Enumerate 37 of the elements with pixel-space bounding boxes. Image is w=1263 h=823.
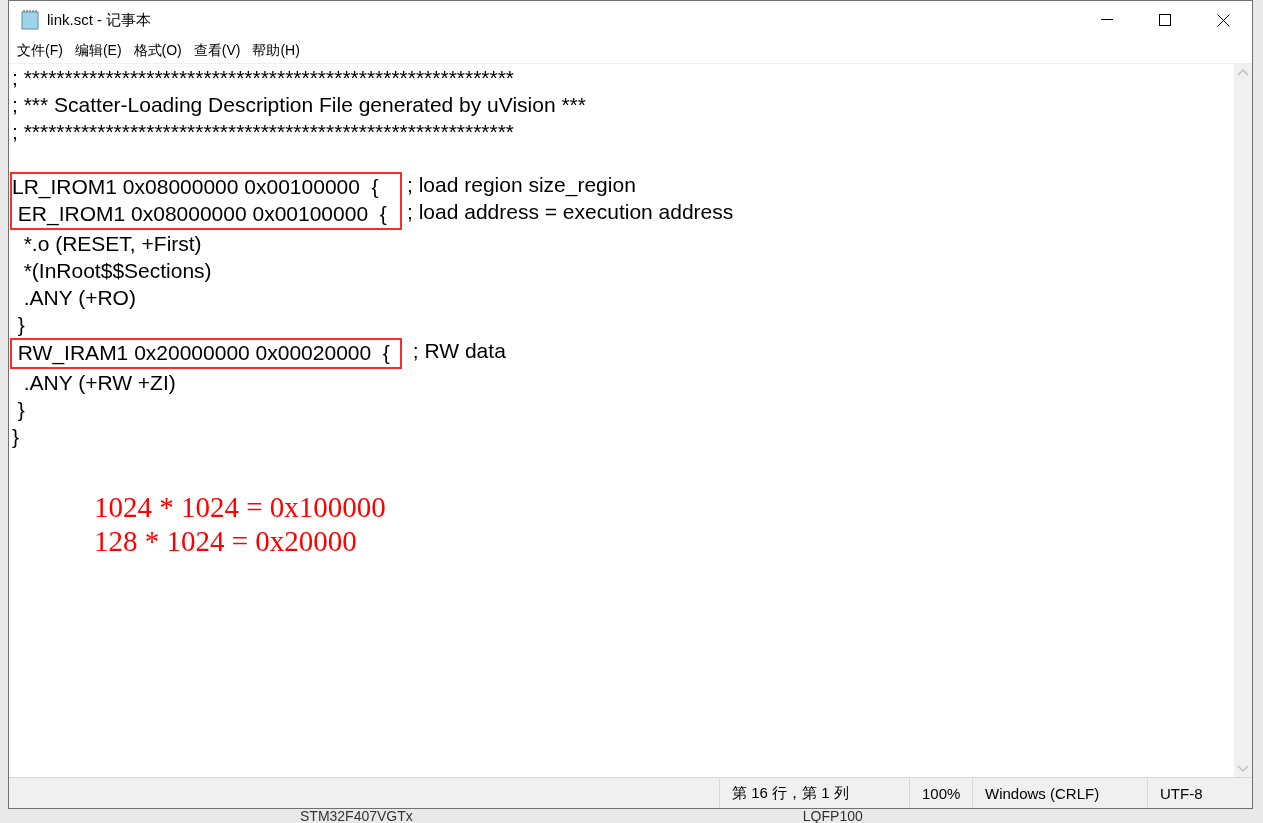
maximize-icon [1159,14,1171,26]
code-comment: ; load address = execution address [407,199,734,225]
scroll-down-icon[interactable] [1237,765,1249,773]
close-icon [1216,13,1230,27]
status-text: 第 16 行，第 1 列 [719,778,909,808]
background-text: LQFP100 [802,809,863,823]
status-text: 100% [909,778,972,808]
menu-item[interactable]: 查看(V) [187,40,247,62]
code-line: .ANY (+RW +ZI) [22,370,177,396]
menu-item[interactable]: 编辑(E) [68,40,128,62]
code-line: LR_IROM1 0x08000000 0x00100000 { [12,174,380,201]
vertical-scrollbar[interactable] [1234,64,1252,777]
code-comment: ; load region size_region [407,172,637,199]
code-line: *.o (RESET, +First) [22,231,203,257]
annotation-text: 128 * 1024 = 0x20000 [94,524,357,558]
code-line: ; ************************************************************ [12,65,515,91]
code-line: ; *** Scatter-Loading Description File generated by uVision *** [12,92,587,118]
status-text: Windows (CRLF) [972,778,1147,808]
code-line: .ANY (+RO) [22,285,137,311]
status-text: UTF-8 [1147,778,1252,808]
code-comment: ; RW data [411,338,506,364]
code-line: } [16,312,26,338]
window-title: link.sct - 记事本 [47,10,153,30]
menu-item[interactable]: 文件(F) [11,40,69,62]
menu-item[interactable]: 帮助(H) [246,40,306,62]
minimize-icon [1101,19,1113,21]
background-text: STM32F407VGTx [300,809,413,823]
code-line: *(InRoot$$Sections) [22,258,213,284]
annotation-text: 1024 * 1024 = 0x100000 [94,490,386,524]
code-line: RW_IRAM1 0x20000000 0x00020000 { [16,340,391,367]
scroll-up-icon[interactable] [1237,68,1249,76]
code-line: ; ************************************************************ [12,119,515,145]
code-line: ER_IROM1 0x08000000 0x00100000 { [16,201,388,228]
code-line: } [16,397,26,423]
notepad-icon [21,10,39,30]
menu-item[interactable]: 格式(O) [127,40,188,62]
code-line: } [12,424,20,450]
